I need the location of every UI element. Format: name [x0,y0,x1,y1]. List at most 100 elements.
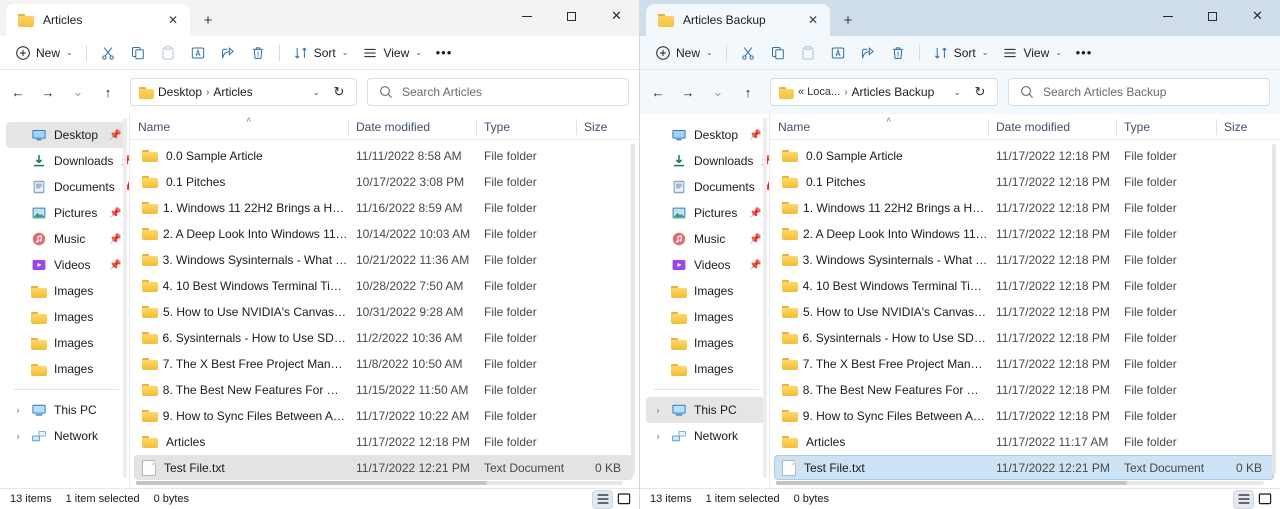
view-button[interactable]: View ⌄ [355,39,429,67]
rename-button[interactable] [183,39,213,67]
breadcrumb-overflow[interactable]: « Loca... [798,86,840,98]
chevron-right-icon[interactable]: › [652,431,664,441]
horizontal-scrollbar[interactable] [136,481,623,485]
column-header-size[interactable]: Size [1216,114,1280,140]
share-button[interactable] [853,39,883,67]
share-icon[interactable] [220,45,236,61]
explorer-window-left[interactable]: Articles ✕ + ✕ New ⌄ Sort ⌄ View ⌄ ••• ← → ⌄ ↑ Desktop ›… [0,0,640,509]
refresh-icon[interactable]: ↻ [328,84,350,100]
copy-button[interactable] [123,39,153,67]
sort-icon[interactable] [293,45,309,61]
sidebar-item-this-pc[interactable]: › This PC [6,397,125,423]
table-row[interactable]: Test File.txt 11/17/2022 12:21 PM Text Doc… [774,455,1274,480]
minimize-button[interactable] [1145,0,1190,32]
sidebar-item-desktop[interactable]: Desktop 📌 [646,122,765,148]
tab-right[interactable]: Articles Backup ✕ [646,4,830,36]
table-row[interactable]: 5. How to Use NVIDIA's Canvas App to T..… [774,299,1274,324]
sidebar-item-downloads[interactable]: Downloads📌 [646,148,769,174]
sidebar-item-images[interactable]: Images [646,356,765,382]
details-view-icon[interactable] [1233,489,1254,509]
share-icon[interactable] [860,45,876,61]
breadcrumb-item[interactable]: Articles Backup [852,85,935,99]
new-icon[interactable] [655,45,671,61]
chevron-down-icon[interactable]: ⌄ [308,87,324,98]
sort-icon[interactable] [933,45,949,61]
table-row[interactable]: 3. Windows Sysinternals - What They Are … [774,247,1274,272]
pin-icon[interactable]: 📌 [109,208,121,219]
pin-icon[interactable]: 📌 [749,208,761,219]
details-view-icon[interactable] [592,489,613,509]
maximize-button[interactable] [549,0,594,32]
sidebar-item-documents[interactable]: Documents📌 [646,174,769,200]
sidebar-item-this-pc[interactable]: › This PC [646,397,765,423]
sidebar-item-network[interactable]: › Network [646,423,765,449]
recent-locations-button[interactable]: ⌄ [704,78,732,106]
sidebar-item-videos[interactable]: Videos 📌 [6,252,125,278]
delete-button[interactable] [883,39,913,67]
breadcrumb-item[interactable]: Articles [213,85,252,99]
view-icon[interactable] [362,45,378,61]
maximize-button[interactable] [1190,0,1235,32]
more-icon[interactable]: ••• [1076,45,1092,61]
sidebar-item-images[interactable]: Images [6,356,125,382]
recent-locations-button[interactable]: ⌄ [64,78,92,106]
table-row[interactable]: 3. Windows Sysinternals - What They Are … [134,247,633,272]
close-button[interactable]: ✕ [594,0,639,32]
delete-icon[interactable] [250,45,266,61]
pin-icon[interactable]: 📌 [749,260,761,271]
sidebar-item-network[interactable]: › Network [6,423,125,449]
tiles-view-icon[interactable] [1255,491,1274,508]
column-header-type[interactable]: Type [1116,114,1216,140]
column-header-date-modified[interactable]: Date modified [348,114,476,140]
table-row[interactable]: 4. 10 Best Windows Terminal Tips, Tricks… [774,273,1274,298]
new-tab-button[interactable]: + [834,6,862,34]
minimize-button[interactable] [504,0,549,32]
sidebar-item-pictures[interactable]: Pictures 📌 [646,200,765,226]
table-row[interactable]: 2. A Deep Look Into Windows 11s Latest .… [134,221,633,246]
table-row[interactable]: 0.0 Sample Article 11/17/2022 12:18 PM Fil… [774,143,1274,168]
breadcrumb[interactable]: Desktop › Articles ⌄ ↻ [130,78,357,106]
view-button[interactable]: View ⌄ [995,39,1069,67]
chevron-down-icon[interactable]: ⌄ [949,87,965,98]
pin-icon[interactable]: 📌 [109,130,121,141]
sidebar-item-documents[interactable]: Documents📌 [6,174,129,200]
forward-button[interactable]: → [34,78,62,106]
close-button[interactable]: ✕ [1235,0,1280,32]
cut-icon[interactable] [100,45,116,61]
new-icon[interactable] [15,45,31,61]
close-tab-icon[interactable]: ✕ [802,9,824,31]
more-options-button[interactable]: ••• [1069,39,1099,67]
sidebar-item-images[interactable]: Images [6,304,125,330]
explorer-window-right[interactable]: Articles Backup ✕ + ✕ New ⌄ Sort ⌄ View ⌄ ••• ← → ⌄ ↑ «… [640,0,1280,509]
search-input[interactable]: Search Articles [367,78,629,106]
table-row[interactable]: 2. A Deep Look Into Windows 11s Latest .… [774,221,1274,246]
table-row[interactable]: 9. How to Sync Files Between Any Two W..… [774,403,1274,428]
table-row[interactable]: 0.0 Sample Article 11/11/2022 8:58 AM File… [134,143,633,168]
tiles-view-icon[interactable] [614,491,633,508]
back-button[interactable]: ← [644,78,672,106]
table-row[interactable]: 1. Windows 11 22H2 Brings a Host of Ne..… [134,195,633,220]
copy-button[interactable] [763,39,793,67]
vertical-scrollbar[interactable] [629,144,637,474]
rename-icon[interactable] [830,45,846,61]
cut-button[interactable] [733,39,763,67]
new-button[interactable]: New ⌄ [648,39,720,67]
forward-button[interactable]: → [674,78,702,106]
tab-left[interactable]: Articles ✕ [6,4,190,36]
delete-button[interactable] [243,39,273,67]
horizontal-scrollbar[interactable] [776,481,1264,485]
new-tab-button[interactable]: + [194,6,222,34]
search-input[interactable]: Search Articles Backup [1008,78,1270,106]
copy-icon[interactable] [130,45,146,61]
sidebar-item-pictures[interactable]: Pictures 📌 [6,200,125,226]
column-header-type[interactable]: Type [476,114,576,140]
copy-icon[interactable] [770,45,786,61]
sidebar-item-images[interactable]: Images [646,304,765,330]
column-header-size[interactable]: Size [576,114,639,140]
pin-icon[interactable]: 📌 [109,234,121,245]
table-row[interactable]: 6. Sysinternals - How to Use SDelete to … [134,325,633,350]
column-header-name[interactable]: Name ˄ [130,114,348,140]
close-tab-icon[interactable]: ✕ [162,9,184,31]
table-row[interactable]: 7. The X Best Free Project Managment To.… [134,351,633,376]
up-button[interactable]: ↑ [94,78,122,106]
